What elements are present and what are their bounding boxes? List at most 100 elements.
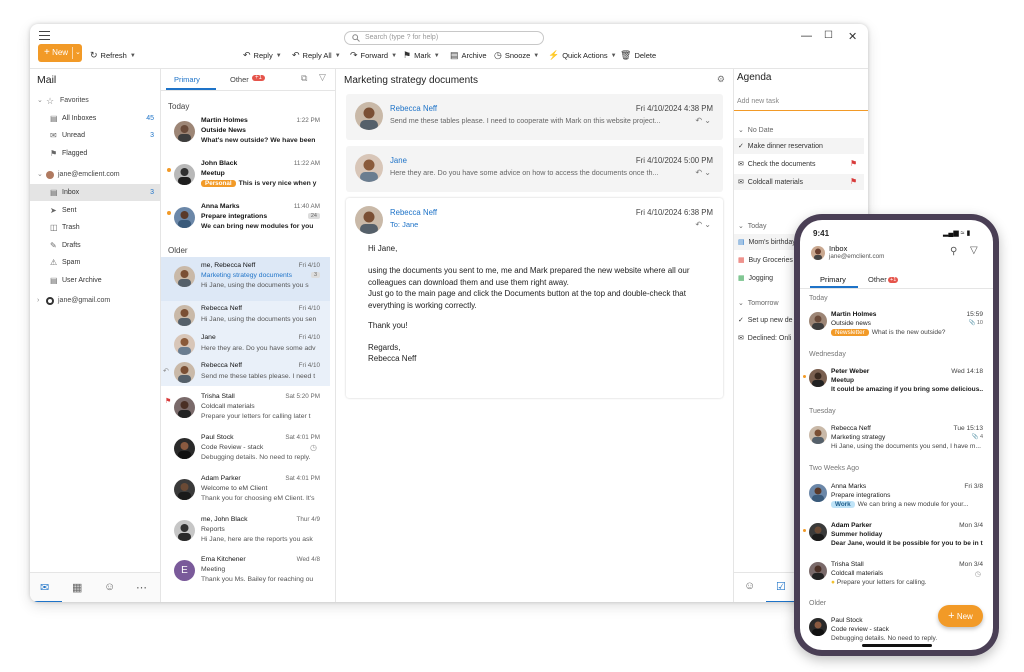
reply-all-button[interactable]: ↶ Reply All ▼ xyxy=(292,50,341,61)
search-icon[interactable]: ⚲ xyxy=(950,246,957,257)
sidebar-item-flagged[interactable]: ⚑ Flagged xyxy=(30,145,160,162)
forward-button[interactable]: ↷ Forward ▼ xyxy=(350,50,397,61)
group-no-date[interactable]: ⌄ No Date xyxy=(738,126,773,134)
sidebar-item-sent[interactable]: ➤ Sent xyxy=(30,202,160,219)
list-item[interactable]: E Ema Kitchener Wed 4/8 Meeting Thank yo… xyxy=(161,551,330,597)
other-badge: +1 xyxy=(252,75,265,81)
message-card[interactable]: Jane Fri 4/10/2024 5:00 PM Here they are… xyxy=(346,146,723,192)
envelope-icon: ✉ xyxy=(738,161,744,168)
task-item[interactable]: ✓ Make dinner reservation xyxy=(734,138,864,154)
list-item[interactable]: John Black 11:22 AM Meetup Personal This … xyxy=(161,155,330,201)
unread-dot xyxy=(167,168,171,172)
avatar xyxy=(174,520,195,541)
quick-actions-button[interactable]: ⚡ Quick Actions ▼ xyxy=(548,50,617,61)
favorites-header[interactable]: ⌄ ☆ Favorites xyxy=(30,93,160,109)
sidebar-item-spam[interactable]: ⚠ Spam xyxy=(30,254,160,271)
thread-item[interactable]: Jane Fri 4/10 Here they are. Do you have… xyxy=(161,330,330,358)
delete-button[interactable]: 🗑 Delete xyxy=(620,50,656,61)
avatar[interactable] xyxy=(811,246,825,260)
task-label: Coldcall materials xyxy=(747,179,804,186)
account-header[interactable]: ⌄ jane@emclient.com xyxy=(30,167,160,183)
snooze-button[interactable]: ◷ Snooze ▼ xyxy=(494,50,539,61)
flag-icon[interactable]: ⚑ xyxy=(850,177,857,186)
reply-icon[interactable]: ↶ ⌄ xyxy=(695,168,711,177)
tab-primary[interactable]: Primary xyxy=(174,75,200,84)
tab-other[interactable]: Other xyxy=(230,75,249,84)
list-item[interactable]: Anna Marks 11:40 AM Prepare integrations… xyxy=(161,198,330,244)
flag-icon[interactable]: ⚑ xyxy=(165,397,171,405)
calendar-icon[interactable]: ▦ xyxy=(72,581,82,594)
preview: Hi Jane, here are the reports you ask xyxy=(201,536,313,543)
sidebar-item-user-archive[interactable]: ▤ User Archive xyxy=(30,272,160,289)
task-item[interactable]: ✉ Check the documents ⚑ xyxy=(734,156,864,172)
group-tomorrow[interactable]: ⌄ Tomorrow xyxy=(738,299,779,307)
sender[interactable]: Rebecca Neff xyxy=(390,208,437,217)
sender: Martin Holmes xyxy=(201,117,248,124)
task-item[interactable]: ✉ Coldcall materials ⚑ xyxy=(734,174,864,190)
list-item[interactable]: Martin Holmes 15:59 Outside news 📎 10 Ne… xyxy=(800,306,993,345)
avatar xyxy=(355,102,383,130)
flag-icon[interactable]: ⚑ xyxy=(850,159,857,168)
group-today[interactable]: ⌄ Today xyxy=(738,222,766,230)
timestamp: Tue 15:13 xyxy=(953,425,983,432)
section-older: Older xyxy=(168,246,188,255)
reply-button[interactable]: ↶ Reply ▼ xyxy=(243,50,282,61)
avatar xyxy=(809,426,827,444)
thread-item[interactable]: Rebecca Neff Fri 4/10 Hi Jane, using the… xyxy=(161,301,330,330)
task-label: Check the documents xyxy=(747,161,816,168)
sidebar-item-inbox[interactable]: ▤ Inbox 3 xyxy=(30,184,160,201)
hamburger-menu-icon[interactable] xyxy=(39,31,50,40)
thread-count: 4 xyxy=(979,434,983,440)
refresh-button[interactable]: ↻ Refresh ▼ xyxy=(90,50,136,61)
sidebar-item-drafts[interactable]: ✎ Drafts xyxy=(30,237,160,254)
list-item[interactable]: Rebecca Neff Tue 15:13 Marketing strateg… xyxy=(800,420,993,459)
tab-primary[interactable]: Primary xyxy=(820,275,846,284)
list-item[interactable]: Adam Parker Mon 3/4 Summer holiday Dear … xyxy=(800,517,993,556)
timestamp: 15:59 xyxy=(966,311,983,318)
reply-icon[interactable]: ↶ ⌄ xyxy=(695,220,711,229)
agenda-title: Agenda xyxy=(737,72,772,83)
list-item[interactable]: Trisha Stall Mon 3/4 Coldcall materials … xyxy=(800,556,993,595)
list-item[interactable]: Anna Marks Fri 3/8 Prepare integrations … xyxy=(800,478,993,517)
delete-label: Delete xyxy=(634,51,657,60)
mark-button[interactable]: ⚑ Mark ▼ xyxy=(403,50,440,61)
list-item[interactable]: Adam Parker Sat 4:01 PM Welcome to eM Cl… xyxy=(161,470,330,516)
message-paragraph: Just go to the main page and click the D… xyxy=(368,289,686,310)
maximize-icon[interactable]: ☐ xyxy=(824,30,833,41)
close-icon[interactable]: ✕ xyxy=(848,30,857,43)
list-item[interactable]: me, Rebecca Neff Fri 4/10 Marketing stra… xyxy=(161,257,330,303)
minimize-icon[interactable]: — xyxy=(801,30,812,42)
new-button[interactable]: + New xyxy=(938,605,983,627)
sidebar-item-trash[interactable]: ◫ Trash xyxy=(30,219,160,236)
settings-icon[interactable]: ⚙ xyxy=(717,74,725,85)
contacts-icon[interactable]: ☺ xyxy=(744,580,755,592)
tab-other[interactable]: Other xyxy=(868,275,887,284)
filter-icon[interactable]: ▽ xyxy=(319,72,326,83)
search-input[interactable]: Search (type ? for help) xyxy=(344,31,544,45)
snooze-icon: ◷ xyxy=(310,443,317,452)
list-item[interactable]: ⚑ Trisha Stall Sat 5:20 PM Coldcall mate… xyxy=(161,388,330,434)
sidebar-item-all-inboxes[interactable]: ▤ All Inboxes 45 xyxy=(30,110,160,127)
archive-button[interactable]: ▤ Archive xyxy=(450,50,487,61)
contacts-icon[interactable]: ☺ xyxy=(104,581,115,593)
preview: We can bring a new module for your... xyxy=(857,501,969,508)
list-item[interactable]: Paul Stock Sat 4:01 PM Code Review - sta… xyxy=(161,429,330,475)
sidebar-title: Mail xyxy=(37,74,57,86)
calendar-icon: ▦ xyxy=(738,275,745,282)
add-task-input[interactable]: Add new task xyxy=(737,98,779,105)
account-email: jane@emclient.com xyxy=(58,171,120,178)
list-item[interactable]: Martin Holmes 1:22 PM Outside News What'… xyxy=(161,112,330,158)
message-card[interactable]: Rebecca Neff Fri 4/10/2024 4:38 PM Send … xyxy=(346,94,723,140)
select-icon[interactable]: ⧉ xyxy=(301,73,307,84)
reply-icon[interactable]: ↶ ⌄ xyxy=(695,116,711,125)
tasks-icon[interactable]: ☑ xyxy=(776,580,786,593)
more-icon[interactable]: ⋯ xyxy=(136,581,147,594)
mail-icon[interactable]: ✉ xyxy=(40,581,49,594)
chevron-down-icon[interactable]: ⌄ xyxy=(75,44,81,62)
filter-icon[interactable]: ▽ xyxy=(970,245,978,256)
thread-item[interactable]: ↶ Rebecca Neff Fri 4/10 Send me these ta… xyxy=(161,358,330,386)
account-header[interactable]: › jane@gmail.com xyxy=(30,293,160,309)
new-button[interactable]: + New ⌄ xyxy=(38,44,82,62)
sidebar-item-unread[interactable]: ✉ Unread 3 xyxy=(30,127,160,144)
list-item[interactable]: Peter Weber Wed 14:18 Meetup It could be… xyxy=(800,363,993,402)
